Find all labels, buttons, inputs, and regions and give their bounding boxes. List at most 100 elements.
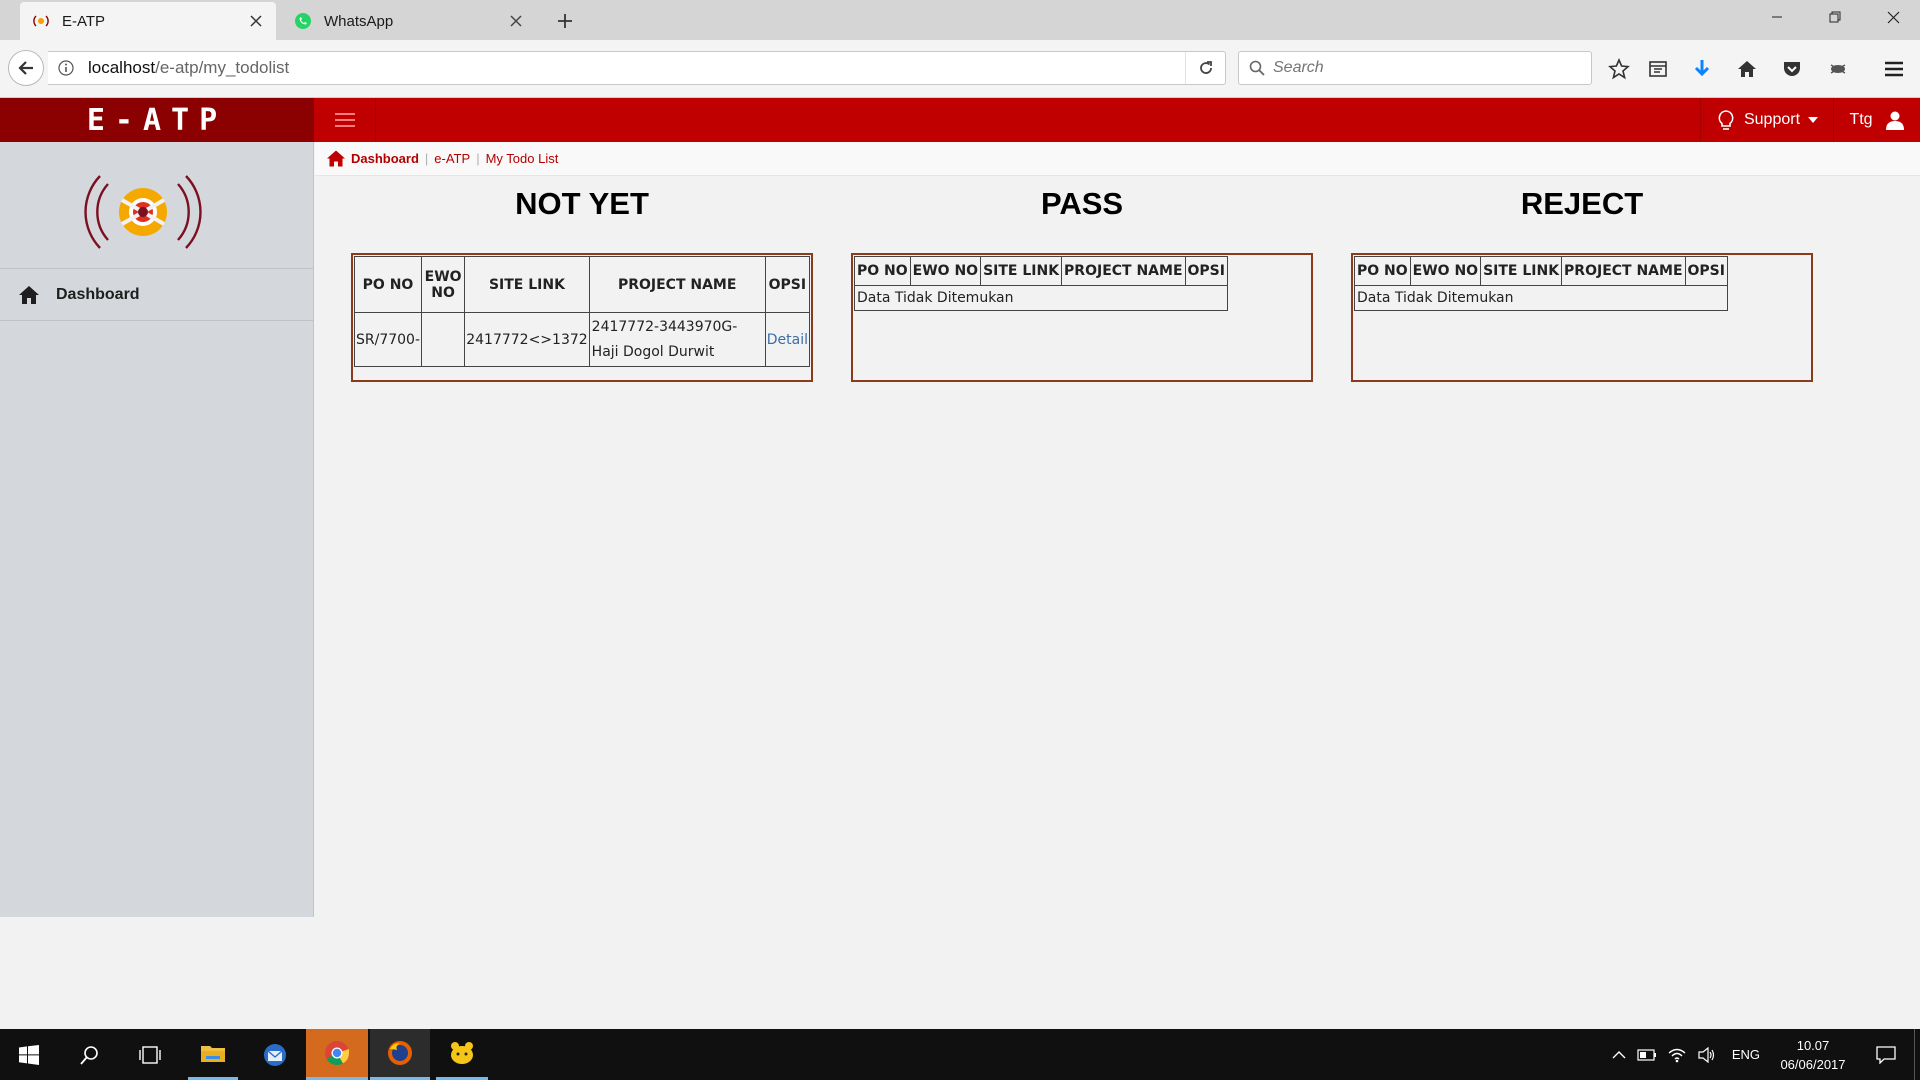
volume-icon[interactable] [1692,1046,1722,1063]
column-header: EWO NO [1409,256,1482,286]
sidebar: Dashboard [0,142,314,917]
column-header: PROJECT NAME [1061,256,1186,286]
tab-whatsapp[interactable]: WhatsApp [286,2,536,40]
tab-close-icon[interactable] [246,11,266,31]
download-icon[interactable] [1688,55,1716,83]
breadcrumb-separator: | [424,151,429,166]
search-box[interactable] [1238,51,1592,85]
e-atp-logo [84,175,202,249]
reject-table: PO NO EWO NO SITE LINK PROJECT NAME OPSI… [1354,256,1728,311]
app-mascot-icon[interactable] [436,1029,488,1080]
column-header: PO NO [854,256,911,286]
column-header: SITE LINK [1480,256,1563,286]
breadcrumb-e-atp[interactable]: e-ATP [434,151,470,166]
user-menu[interactable]: Ttg [1834,98,1920,142]
language-indicator[interactable]: ENG [1732,1047,1760,1062]
column-header: PROJECT NAME [588,256,766,313]
sidebar-item-label: Dashboard [56,285,140,303]
app-brand[interactable]: E-ATP [0,98,314,142]
thunderbird-icon[interactable] [250,1029,300,1080]
site-link-cell: 2417772<>1372 [464,312,590,367]
support-label: Support [1743,111,1801,128]
hamburger-icon [334,113,355,127]
clock-date: 06/06/2017 [1780,1056,1846,1072]
home-button-icon[interactable] [1733,55,1761,83]
tab-close-icon[interactable] [506,11,526,31]
site-info-icon[interactable] [54,60,78,76]
user-icon [1885,111,1904,130]
close-window-icon[interactable] [1870,0,1916,34]
breadcrumb-dashboard[interactable]: Dashboard [351,151,419,166]
back-arrow-icon [18,61,33,75]
detail-link[interactable]: Detail [767,332,808,348]
back-button[interactable] [8,50,44,86]
project-name-cell: 2417772-3443970G-Haji Dogol Durwit [588,312,766,367]
address-bar[interactable]: localhost/e-atp/my_todolist [48,51,1226,85]
tab-title: E-ATP [62,12,106,30]
minimize-window-icon[interactable] [1754,0,1800,34]
firefox-icon[interactable] [370,1029,430,1080]
clock[interactable]: 10.07 06/06/2017 [1768,1036,1858,1074]
wifi-icon[interactable] [1662,1047,1692,1063]
reload-icon[interactable] [1185,52,1225,84]
reading-list-icon[interactable] [1644,55,1672,83]
po-no-cell: SR/7700- [353,312,423,367]
column-header: EWO NO [909,256,982,286]
new-tab-button[interactable] [552,8,578,34]
browser-tab-bar: E-ATP WhatsApp [0,0,1920,40]
show-hidden-icons-icon[interactable] [1606,1050,1632,1060]
reject-title: REJECT [1520,186,1644,221]
chrome-icon[interactable] [306,1029,368,1080]
url-text[interactable]: localhost/e-atp/my_todolist [88,58,1185,78]
breadcrumb-home-icon[interactable] [327,150,345,167]
search-icon [1249,60,1265,76]
table-header-row: PO NO EWO NO SITE LINK PROJECT NAME OPSI [353,256,811,313]
breadcrumb: Dashboard | e-ATP | My Todo List [315,142,1920,176]
not-yet-table: PO NO EWO NO SITE LINK PROJECT NAME OPSI… [353,256,811,367]
browser-navigation-bar: localhost/e-atp/my_todolist [0,40,1920,98]
caret-down-icon [1808,117,1819,123]
table-row: Data Tidak Ditemukan [854,285,1228,311]
empty-message: Data Tidak Ditemukan [854,285,1228,311]
whatsapp-favicon-icon [294,12,312,30]
windows-taskbar: ENG 10.07 06/06/2017 [0,1029,1920,1080]
bookmark-star-icon[interactable] [1605,55,1633,83]
start-button[interactable] [0,1029,58,1080]
url-path: /e-atp/my_todolist [155,58,290,77]
column-header: EWO NO [421,256,466,313]
show-desktop-button[interactable] [1914,1029,1920,1080]
restore-window-icon[interactable] [1812,0,1858,34]
battery-icon[interactable] [1632,1048,1662,1061]
file-explorer-icon[interactable] [188,1029,238,1080]
clock-time: 10.07 [1796,1037,1830,1053]
taskbar-search-icon[interactable] [62,1029,118,1080]
pass-table: PO NO EWO NO SITE LINK PROJECT NAME OPSI… [854,256,1228,311]
e-atp-favicon-icon [32,12,50,30]
breadcrumb-separator: | [476,151,480,166]
not-yet-title: NOT YET [515,186,649,221]
ewo-no-cell [421,312,466,367]
table-row: SR/7700- 2417772<>1372 2417772-3443970G-… [353,312,811,367]
tab-title: WhatsApp [324,12,394,30]
breadcrumb-my-todo-list[interactable]: My Todo List [486,151,559,166]
column-header: SITE LINK [464,256,590,313]
sidebar-item-dashboard[interactable]: Dashboard [0,269,314,321]
user-name: Ttg [1849,111,1873,128]
sidebar-toggle-button[interactable] [314,98,376,142]
tab-e-atp[interactable]: E-ATP [20,2,276,40]
support-dropdown[interactable]: Support [1700,98,1834,142]
column-header: PO NO [353,256,423,313]
pass-panel: PO NO EWO NO SITE LINK PROJECT NAME OPSI… [851,253,1313,382]
column-header: SITE LINK [980,256,1063,286]
menu-icon[interactable] [1880,55,1908,83]
task-view-icon[interactable] [122,1029,178,1080]
extension-icon[interactable] [1824,55,1852,83]
pocket-icon[interactable] [1778,55,1806,83]
table-row: Data Tidak Ditemukan [1354,285,1728,311]
column-header: OPSI [764,256,811,313]
home-icon [18,284,40,306]
search-input[interactable] [1273,59,1573,77]
reject-panel: PO NO EWO NO SITE LINK PROJECT NAME OPSI… [1351,253,1813,382]
column-header: OPSI [1684,256,1728,286]
action-center-icon[interactable] [1858,1045,1914,1064]
